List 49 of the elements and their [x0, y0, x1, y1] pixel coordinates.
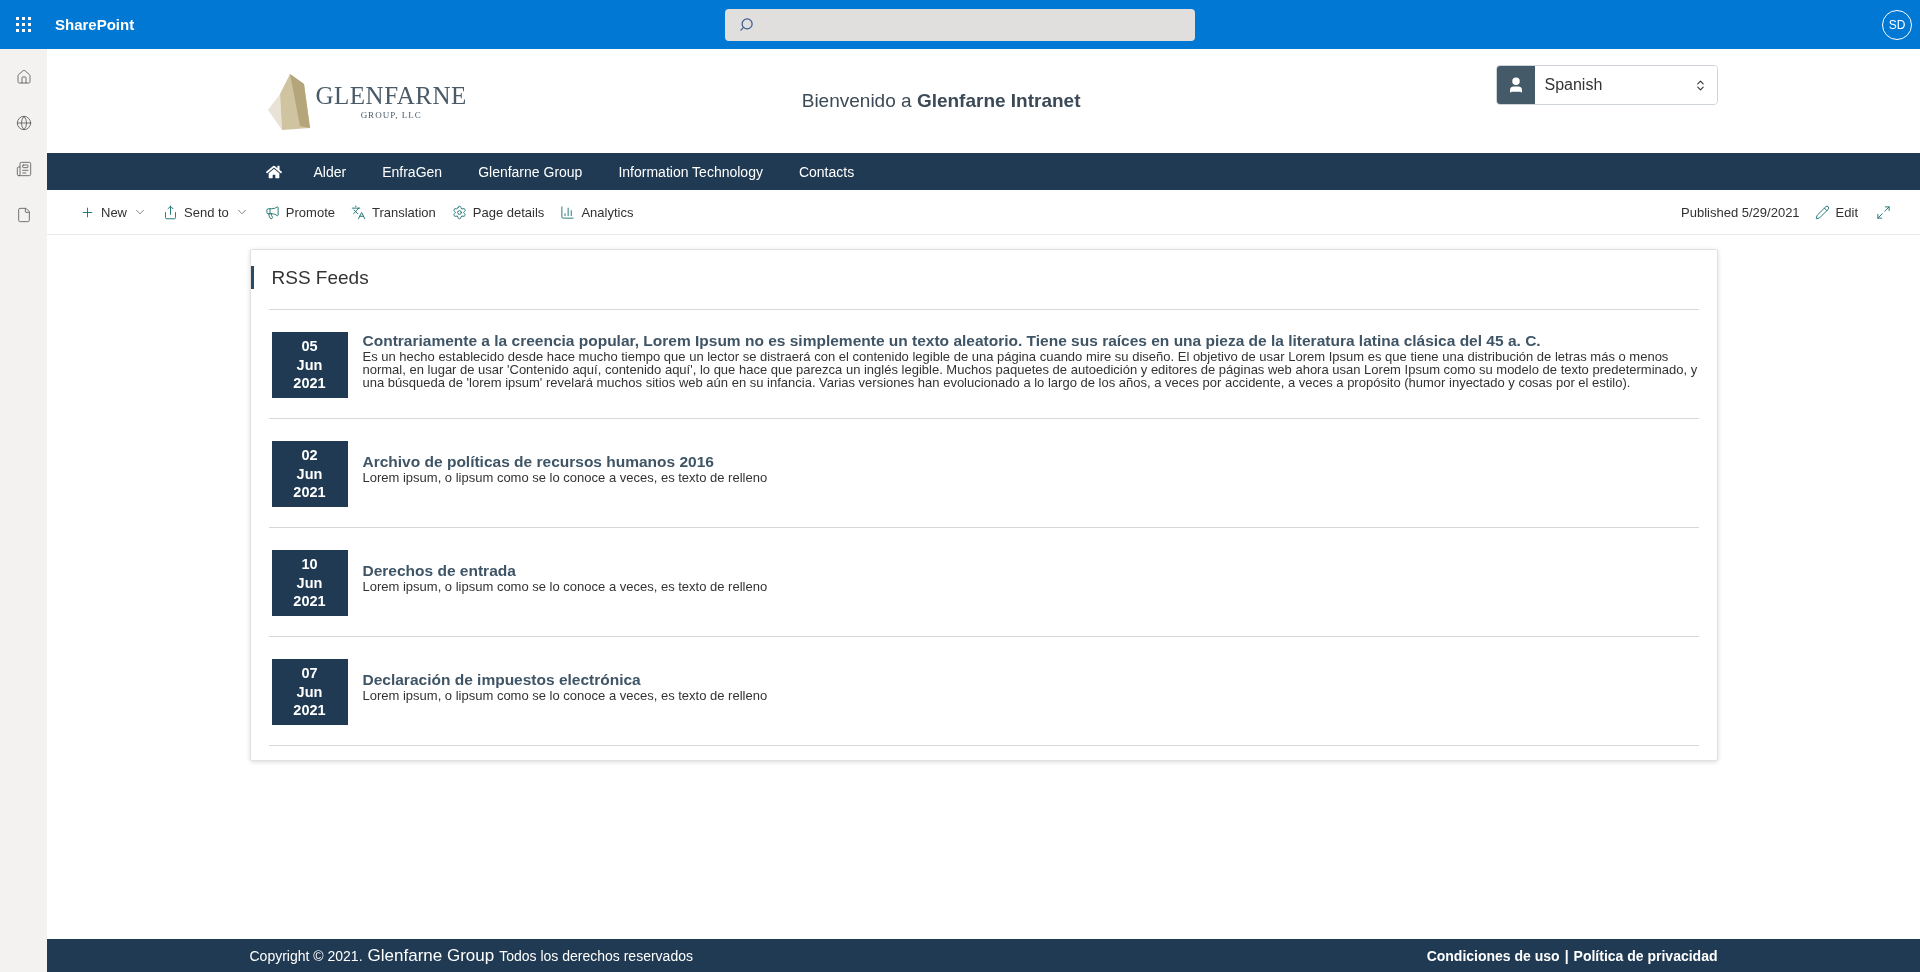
command-button[interactable]: Translation	[346, 196, 441, 228]
feed-description: Lorem ipsum, o lipsum como se lo conoce a veces, es texto de relleno	[362, 471, 768, 484]
published-date: Published 5/29/2021	[1681, 204, 1800, 220]
nav-link[interactable]: Contacts	[780, 163, 873, 180]
newspaper-icon[interactable]	[15, 161, 32, 177]
expand-icon	[1876, 204, 1891, 220]
footer-link[interactable]: Política de privacidad	[1573, 947, 1718, 964]
search-icon	[739, 17, 754, 32]
feed-description: Es un hecho establecido desde hace mucho tiempo que un lector se distraerá con el contenido legible de una página cuando mire su diseño. El objetivo de usar Lorem Ipsum es que tiene una distribución de letras más o menos normal, en lugar de usar 'Contenido aquí, contenido aquí', lo que hace que parezca un inglés legible. Muchos paquetes de autoedición y editores de páginas web ahora usan Lorem Ipsum como su modelo de texto predeterminado, y una búsqueda de 'lorem ipsum' revelará muchos sitios web aún en su infancia. Varias versiones han evolucionado a lo largo de los años, a veces por accidente, a veces a propósito (humor inyectado y cosas por el estilo).	[362, 350, 1699, 389]
waffle-icon	[16, 17, 31, 32]
feed-description: Lorem ipsum, o lipsum como se lo conoce a veces, es texto de relleno	[362, 580, 768, 593]
company-name: Glenfarne Group	[367, 945, 495, 966]
feed-title-link[interactable]: Derechos de entrada	[362, 562, 768, 580]
command-button[interactable]: Page details	[446, 196, 550, 228]
command-button[interactable]: Promote	[259, 196, 340, 228]
globe-icon[interactable]	[15, 115, 32, 131]
nav-link[interactable]: Information Technology	[600, 163, 781, 180]
megaphone-icon	[264, 204, 280, 220]
feed-description: Lorem ipsum, o lipsum como se lo conoce a veces, es texto de relleno	[362, 689, 768, 702]
command-button[interactable]: Send to	[158, 196, 254, 228]
nav-link[interactable]: EnfraGen	[364, 163, 461, 180]
date-badge: 10 Jun 2021	[271, 550, 348, 616]
footer-link[interactable]: Condiciones de uso	[1426, 947, 1560, 964]
copyright-text: Copyright © 2021.	[249, 947, 363, 964]
edit-button[interactable]: Edit	[1809, 196, 1863, 228]
nav-link[interactable]: Glenfarne Group	[460, 163, 601, 180]
date-badge: 07 Jun 2021	[271, 659, 348, 725]
nav-link[interactable]: Alder	[295, 163, 365, 180]
share-icon	[163, 204, 178, 220]
search-field[interactable]	[725, 8, 1195, 41]
app-name-link[interactable]: SharePoint	[55, 16, 725, 33]
command-button[interactable]: New	[75, 196, 152, 228]
date-badge: 05 Jun 2021	[271, 332, 348, 398]
section-title: RSS Feeds	[250, 266, 1699, 289]
plus-icon	[80, 204, 95, 220]
link-separator: |	[1564, 947, 1569, 964]
feed-title-link[interactable]: Contrariamente a la creencia popular, Lorem Ipsum no es simplemente un texto aleatorio. Tiene sus raíces en una pieza de la literatura latina clásica del 45 a. C.	[362, 332, 1699, 350]
logo-subtitle: GROUP, LLC	[360, 110, 422, 120]
document-icon[interactable]	[15, 207, 32, 223]
feed-title-link[interactable]: Archivo de políticas de recursos humanos 2016	[362, 453, 768, 471]
rights-text: Todos los derechos reservados	[499, 947, 693, 964]
date-badge: 02 Jun 2021	[271, 441, 348, 507]
chart-icon	[560, 204, 576, 220]
logo-text: GLENFARNE	[315, 82, 467, 110]
feed-title-link[interactable]: Declaración de impuestos electrónica	[362, 671, 768, 689]
command-button[interactable]: Analytics	[555, 196, 639, 228]
gear-icon	[451, 204, 467, 220]
translate-icon	[351, 204, 366, 220]
pencil-icon	[1814, 204, 1830, 220]
